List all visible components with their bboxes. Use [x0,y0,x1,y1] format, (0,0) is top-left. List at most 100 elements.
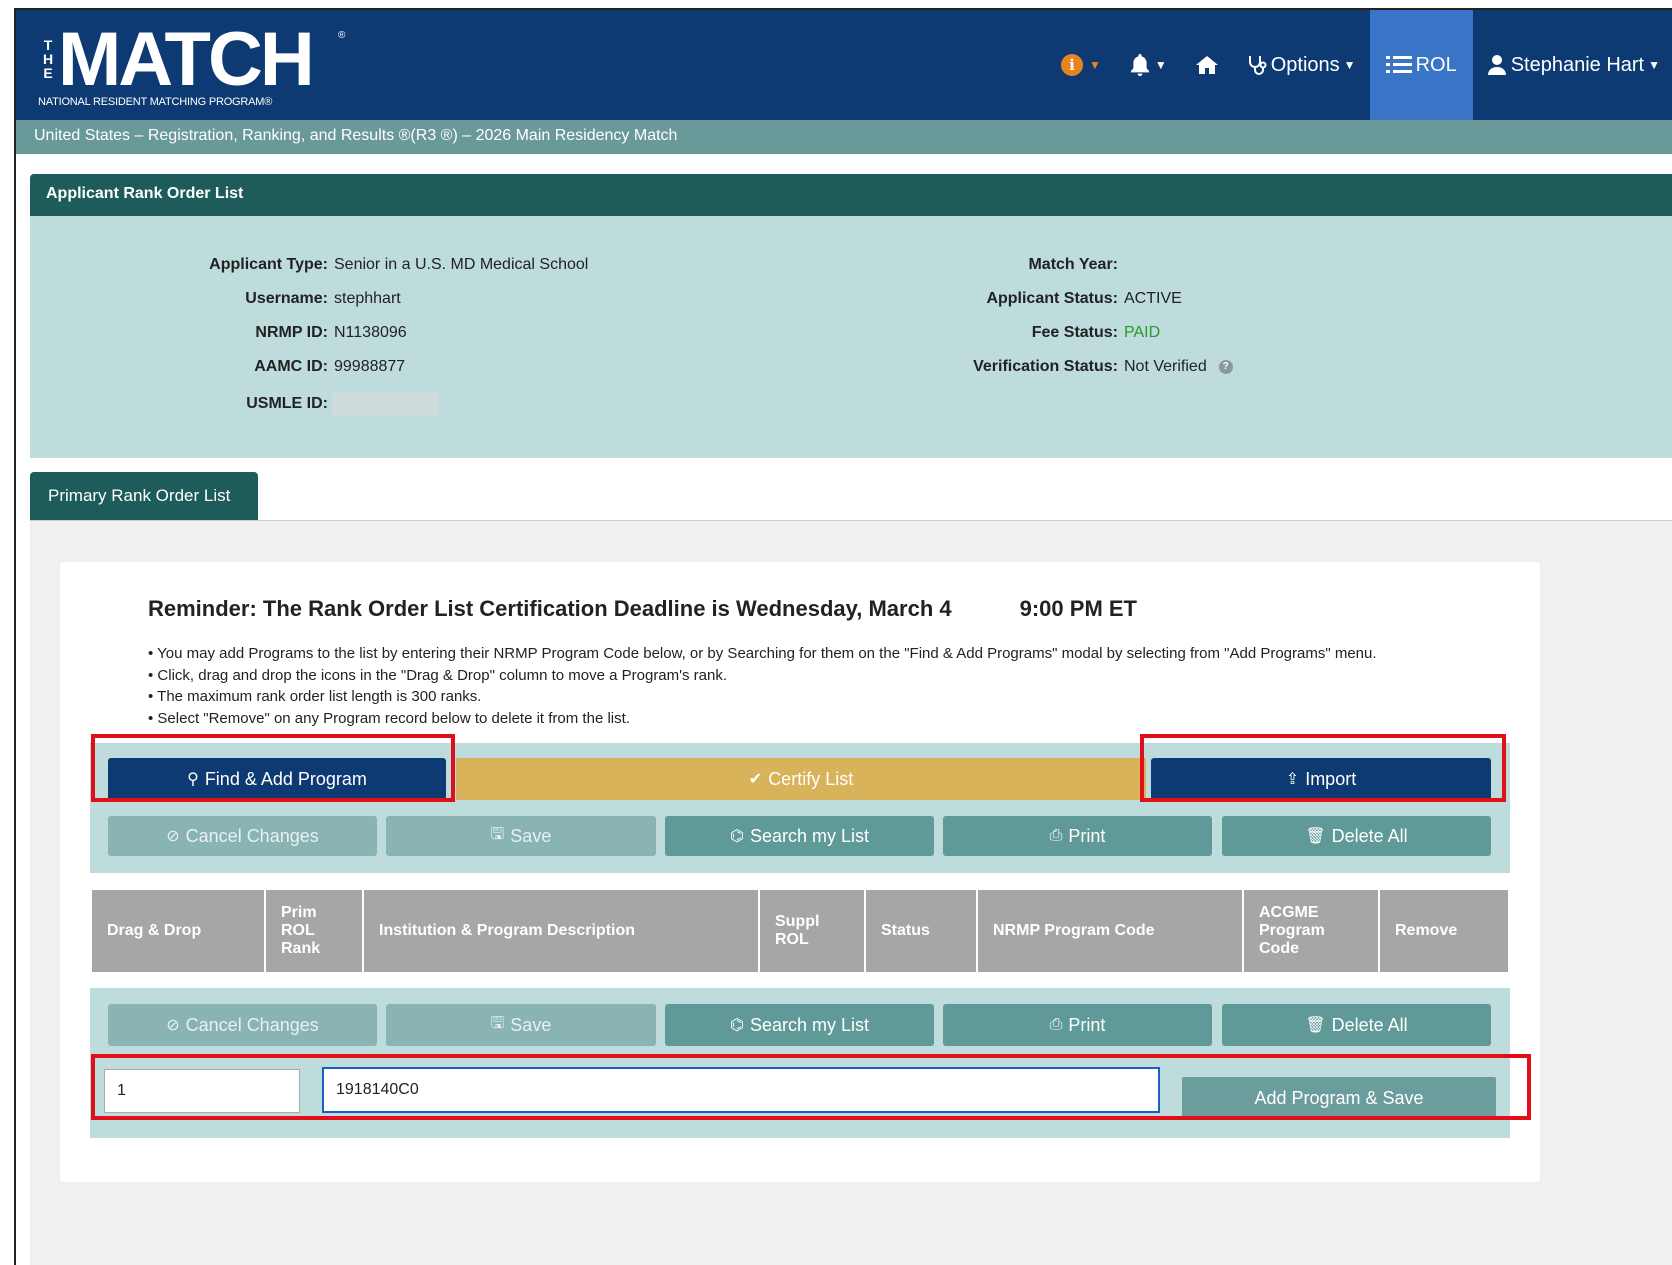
save-button[interactable]: 🖫 Save [386,816,656,856]
cancel-label: Cancel Changes [185,825,319,846]
delete-all-button-bottom[interactable]: 🗑 Delete All [1222,1004,1491,1046]
chevron-down-icon: ▼ [1088,58,1101,72]
col-acgme-program-code-label: ACGME Program Code [1259,904,1325,957]
certify-label: Certify List [768,768,854,789]
home-link[interactable] [1181,10,1233,120]
floppy-icon: 🖫 [490,1014,505,1032]
cancel-changes-button[interactable]: ⊘ Cancel Changes [108,816,377,856]
panel-title: Applicant Rank Order List [30,174,1672,216]
usmle-id-label: USMLE ID: [246,395,328,413]
list-ordered-icon [1385,56,1412,73]
delete-all-button[interactable]: 🗑 Delete All [1222,816,1491,856]
col-status: Status [866,890,978,972]
instruction-item: You may add Programs to the list by ente… [148,643,1376,665]
floppy-icon: 🖫 [490,825,505,843]
user-doctor-icon [1487,55,1506,75]
info-menu[interactable]: i ▼ [1047,10,1115,120]
match-year-label: Match Year: [1028,256,1118,273]
chevron-down-icon: ▼ [1648,58,1660,72]
print-button-bottom[interactable]: ⎙ Print [943,1004,1212,1046]
col-remove: Remove [1380,890,1508,972]
save-label: Save [510,825,552,846]
print-button[interactable]: ⎙ Print [943,816,1212,856]
certify-list-button[interactable]: ✔ Certify List [456,758,1146,800]
binoculars-icon: ⌬ [729,828,744,845]
chevron-down-icon: ▼ [1154,58,1167,72]
col-acgme-program-code: ACGME Program Code [1244,890,1380,972]
stethoscope-icon [1248,56,1267,75]
check-icon: ✔ [748,771,763,788]
logo-registered-mark: ® [338,30,346,41]
highlight-find-add [91,734,455,802]
col-prim-rol-rank: Prim ROL Rank [266,890,364,972]
user-name: Stephanie Hart [1510,53,1645,76]
highlight-import [1140,734,1506,802]
search-my-list-button-bottom[interactable]: ⌬ Search my List [665,1004,934,1046]
delete-all-label: Delete All [1331,1014,1408,1035]
home-icon [1195,56,1218,74]
applicant-status-label: Applicant Status: [986,290,1118,307]
verification-status-label: Verification Status: [973,358,1118,375]
trash-icon: 🗑 [1305,1017,1326,1034]
fee-status-value: PAID [1124,324,1161,341]
tab-primary-rank-order-list[interactable]: Primary Rank Order List [30,472,258,520]
cancel-changes-button-bottom[interactable]: ⊘ Cancel Changes [108,1004,377,1046]
chevron-down-icon: ▼ [1343,58,1356,72]
print-icon: ⎙ [1049,827,1063,844]
usmle-id-redacted [332,392,438,416]
col-drag-drop: Drag & Drop [92,890,266,972]
print-label: Print [1068,825,1106,846]
col-institution-program: Institution & Program Description [364,890,760,972]
logo-subtitle: NATIONAL RESIDENT MATCHING PROGRAM® [38,96,273,108]
ban-icon: ⊘ [166,828,180,845]
instruction-item: Select "Remove" on any Program record be… [148,708,1377,730]
save-label: Save [510,1014,552,1035]
user-menu[interactable]: Stephanie Hart ▼ [1473,10,1672,120]
col-prim-rol-rank-label: Prim ROL Rank [281,904,321,957]
print-label: Print [1068,1014,1106,1035]
col-suppl-rol-label: Suppl ROL [775,913,820,948]
rol-nav-link[interactable]: ROL [1369,10,1473,120]
match-year-row: Match Year: [16,256,1124,274]
search-label: Search my List [749,825,869,846]
highlight-add-row [91,1054,1531,1120]
cancel-label: Cancel Changes [185,1014,319,1035]
usmle-id-row: USMLE ID: [16,392,438,416]
options-label: Options [1270,53,1340,76]
applicant-status-value: ACTIVE [1124,290,1182,307]
instructions-list: You may add Programs to the list by ente… [148,643,1377,730]
col-suppl-rol: Suppl ROL [760,890,866,972]
reminder-text: Reminder: The Rank Order List Certificat… [148,596,952,621]
delete-all-label: Delete All [1331,825,1408,846]
col-nrmp-program-code: NRMP Program Code [978,890,1244,972]
match-logo[interactable]: THE MATCH ® NATIONAL RESIDENT MATCHING P… [38,22,345,113]
trash-icon: 🗑 [1305,828,1326,845]
top-navbar: THE MATCH ® NATIONAL RESIDENT MATCHING P… [16,10,1672,120]
bell-icon [1130,54,1149,76]
verification-status-value: Not Verified [1124,358,1207,375]
breadcrumb: United States – Registration, Ranking, a… [16,120,1672,154]
rol-table-header: Drag & Drop Prim ROL Rank Institution & … [92,890,1508,972]
print-icon: ⎙ [1049,1016,1063,1033]
ban-icon: ⊘ [166,1017,180,1034]
verification-status-row: Verification Status: Not Verified? [16,358,1233,376]
applicant-status-row: Applicant Status: ACTIVE [16,290,1182,308]
instruction-item: The maximum rank order list length is 30… [148,686,1377,708]
nav-menu: i ▼ ▼ Options ▼ ROL Stephanie Hart ▼ [1047,10,1672,120]
search-label: Search my List [749,1014,869,1035]
rol-label: ROL [1415,53,1457,76]
fee-status-row: Fee Status: PAID [16,324,1160,342]
app-frame: THE MATCH ® NATIONAL RESIDENT MATCHING P… [14,8,1672,1265]
reminder-time: 9:00 PM ET [1019,596,1137,621]
fee-status-label: Fee Status: [1031,324,1118,341]
notifications-menu[interactable]: ▼ [1115,10,1181,120]
logo-the: THE [42,37,54,81]
save-button-bottom[interactable]: 🖫 Save [386,1004,656,1046]
binoculars-icon: ⌬ [729,1017,744,1034]
search-my-list-button[interactable]: ⌬ Search my List [665,816,934,856]
info-icon: i [1060,54,1083,76]
logo-match: MATCH [58,17,315,102]
options-menu[interactable]: Options ▼ [1233,10,1370,120]
help-icon[interactable]: ? [1218,359,1233,374]
instruction-item: Click, drag and drop the icons in the "D… [148,665,1377,687]
